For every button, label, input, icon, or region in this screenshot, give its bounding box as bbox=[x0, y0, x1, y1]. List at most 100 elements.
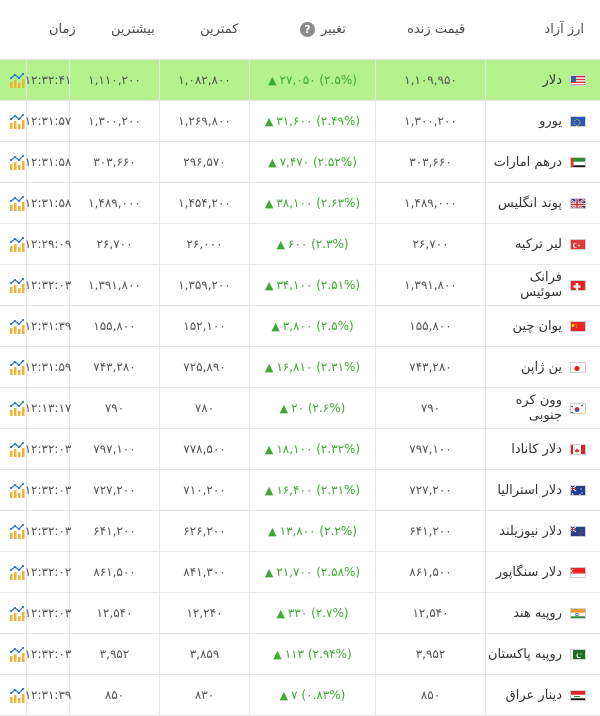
change-value: ۲۰ (۲.۶%) bbox=[291, 401, 346, 415]
change-cell: ۶۰۰ (۲.۳%) ▲ bbox=[249, 224, 375, 264]
currency-cell[interactable]: یوان چین bbox=[485, 306, 600, 346]
change-value: ۶۰۰ (۲.۳%) bbox=[287, 237, 349, 251]
chart-icon[interactable] bbox=[8, 347, 28, 387]
currency-cell[interactable]: دلار استرالیا bbox=[485, 470, 600, 510]
table-row[interactable]: روپیه پاکستان ۳,۹۵۲ ۱۱۳ (۲.۹۴%) ▲ ۳,۸۵۹ ۳,۹۵۲… bbox=[0, 634, 600, 675]
chart-icon[interactable] bbox=[8, 306, 28, 346]
live-price: ۷۹۰ bbox=[375, 388, 485, 428]
currency-name[interactable]: فرانک سوئیس bbox=[486, 270, 562, 300]
live-price: ۸۵۰ bbox=[375, 675, 485, 715]
currency-cell[interactable]: دلار کانادا bbox=[485, 429, 600, 469]
up-arrow-icon: ▲ bbox=[279, 401, 289, 415]
chart-icon[interactable] bbox=[8, 142, 28, 182]
currency-name[interactable]: دینار عراق bbox=[506, 688, 562, 703]
currency-cell[interactable]: روپیه پاکستان bbox=[485, 634, 600, 674]
chart-icon[interactable] bbox=[8, 224, 28, 264]
table-row[interactable]: یورو ۱,۳۰۰,۲۰۰ ۳۱,۶۰۰ (۲.۴۹%) ▲ ۱,۲۶۹,۸۰۰ ۱,۳… bbox=[0, 101, 600, 142]
table-row[interactable]: دلار استرالیا ۷۲۷,۲۰۰ ۱۶,۴۰۰ (۲.۳۱%) ▲ ۷۱۰,۲… bbox=[0, 470, 600, 511]
max-price: ۱۲,۵۴۰ bbox=[69, 593, 159, 633]
table-row[interactable]: پوند انگلیس ۱,۴۸۹,۰۰۰ ۳۸,۱۰۰ (۲.۶۳%) ▲ ۱,۴۵۴… bbox=[0, 183, 600, 224]
table-row[interactable]: لیر ترکیه ۲۶,۷۰۰ ۶۰۰ (۲.۳%) ▲ ۲۶,۰۰۰ ۲۶,۷۰۰ ۱۲… bbox=[0, 224, 600, 265]
currency-cell[interactable]: درهم امارات bbox=[485, 142, 600, 182]
table-row[interactable]: دلار نیوزیلند ۶۴۱,۲۰۰ ۱۳,۸۰۰ (۲.۲%) ▲ ۶۲۶,۲۰… bbox=[0, 511, 600, 552]
currency-cell[interactable]: دلار نیوزیلند bbox=[485, 511, 600, 551]
chart-icon[interactable] bbox=[8, 470, 28, 510]
chart-icon[interactable] bbox=[8, 101, 28, 141]
chart-icon[interactable] bbox=[8, 511, 28, 551]
max-price: ۳۰۳,۶۶۰ bbox=[69, 142, 159, 182]
currency-name[interactable]: روپیه هند bbox=[513, 606, 562, 621]
eu-flag-icon bbox=[570, 115, 586, 127]
currency-cell[interactable]: ین ژاپن bbox=[485, 347, 600, 387]
currency-name[interactable]: دلار استرالیا bbox=[497, 483, 562, 498]
table-row[interactable]: وون کره جنوبی ۷۹۰ ۲۰ (۲.۶%) ▲ ۷۸۰ ۷۹۰ ۱۲:۱۳:۱۷ bbox=[0, 388, 600, 429]
max-price: ۱,۳۹۱,۸۰۰ bbox=[69, 265, 159, 305]
min-price: ۷۸۰ bbox=[159, 388, 249, 428]
min-price: ۱,۰۸۲,۸۰۰ bbox=[159, 60, 249, 100]
min-price: ۱۵۲,۱۰۰ bbox=[159, 306, 249, 346]
chart-icon[interactable] bbox=[8, 388, 28, 428]
change-cell: ۷ (۰.۸۳%) ▲ bbox=[249, 675, 375, 715]
currency-cell[interactable]: دلار bbox=[485, 60, 600, 100]
change-cell: ۲۱,۷۰۰ (۲.۵۸%) ▲ bbox=[249, 552, 375, 592]
live-price: ۷۴۳,۲۸۰ bbox=[375, 347, 485, 387]
table-row[interactable]: دلار ۱,۱۰۹,۹۵۰ ۲۷,۰۵۰ (۲.۵%) ▲ ۱,۰۸۲,۸۰۰ ۱,۱۱… bbox=[0, 60, 600, 101]
time-value: ۱۲:۳۲:۰۳ bbox=[25, 265, 71, 305]
currency-cell[interactable]: فرانک سوئیس bbox=[485, 265, 600, 305]
change-cell: ۱۸,۱۰۰ (۲.۳۲%) ▲ bbox=[249, 429, 375, 469]
help-icon[interactable]: ? bbox=[299, 22, 315, 37]
change-value: ۲۱,۷۰۰ (۲.۵۸%) bbox=[276, 565, 361, 579]
chart-icon[interactable] bbox=[8, 634, 28, 674]
min-price: ۸۴۱,۳۰۰ bbox=[159, 552, 249, 592]
max-price: ۸۵۰ bbox=[69, 675, 159, 715]
currency-name[interactable]: وون کره جنوبی bbox=[486, 393, 562, 423]
currency-name[interactable]: یورو bbox=[539, 114, 562, 129]
time-value: ۱۲:۳۱:۵۸ bbox=[25, 142, 71, 182]
live-price: ۱,۱۰۹,۹۵۰ bbox=[375, 60, 485, 100]
table-row[interactable]: فرانک سوئیس ۱,۳۹۱,۸۰۰ ۳۴,۱۰۰ (۲.۵۱%) ▲ ۱,۳۵۹… bbox=[0, 265, 600, 306]
currency-name[interactable]: دلار نیوزیلند bbox=[499, 524, 562, 539]
currency-name[interactable]: لیر ترکیه bbox=[515, 237, 562, 252]
live-price: ۷۲۷,۲۰۰ bbox=[375, 470, 485, 510]
table-row[interactable]: یوان چین ۱۵۵,۸۰۰ ۳,۸۰۰ (۲.۵%) ▲ ۱۵۲,۱۰۰ ۱۵۵,۸… bbox=[0, 306, 600, 347]
chart-icon[interactable] bbox=[8, 265, 28, 305]
currency-name[interactable]: پوند انگلیس bbox=[498, 196, 562, 211]
time-value: ۱۲:۳۱:۵۹ bbox=[25, 347, 71, 387]
live-price: ۱,۴۸۹,۰۰۰ bbox=[375, 183, 485, 223]
header-change-label: تغییر bbox=[320, 22, 346, 37]
chart-icon[interactable] bbox=[8, 60, 28, 100]
live-price: ۳۰۳,۶۶۰ bbox=[375, 142, 485, 182]
max-price: ۷۹۰ bbox=[69, 388, 159, 428]
table-row[interactable]: درهم امارات ۳۰۳,۶۶۰ ۷,۴۷۰ (۲.۵۲%) ▲ ۲۹۶,۵۷۰ ۳… bbox=[0, 142, 600, 183]
chart-icon[interactable] bbox=[8, 183, 28, 223]
currency-name[interactable]: دلار سنگاپور bbox=[496, 565, 562, 580]
currency-cell[interactable]: دینار عراق bbox=[485, 675, 600, 715]
currency-cell[interactable]: روپیه هند bbox=[485, 593, 600, 633]
table-row[interactable]: ین ژاپن ۷۴۳,۲۸۰ ۱۶,۸۱۰ (۲.۳۱%) ▲ ۷۲۵,۸۹۰ ۷۴۳,… bbox=[0, 347, 600, 388]
table-row[interactable]: دلار کانادا ۷۹۷,۱۰۰ ۱۸,۱۰۰ (۲.۳۲%) ▲ ۷۷۸,۵۰۰… bbox=[0, 429, 600, 470]
table-row[interactable]: دینار عراق ۸۵۰ ۷ (۰.۸۳%) ▲ ۸۳۰ ۸۵۰ ۱۲:۳۱:۳۹ bbox=[0, 675, 600, 716]
currency-cell[interactable]: پوند انگلیس bbox=[485, 183, 600, 223]
min-price: ۳,۸۵۹ bbox=[159, 634, 249, 674]
table-row[interactable]: روپیه هند ۱۲,۵۴۰ ۳۳۰ (۲.۷%) ▲ ۱۲,۲۴۰ ۱۲,۵۴۰ ۱۲… bbox=[0, 593, 600, 634]
currency-name[interactable]: دلار bbox=[543, 73, 562, 88]
change-value: ۳۸,۱۰۰ (۲.۶۳%) bbox=[276, 196, 361, 210]
chart-icon[interactable] bbox=[8, 552, 28, 592]
chart-icon[interactable] bbox=[8, 429, 28, 469]
chart-icon[interactable] bbox=[8, 675, 28, 715]
up-arrow-icon: ▲ bbox=[264, 196, 274, 210]
currency-name[interactable]: یوان چین bbox=[513, 319, 562, 334]
currency-name[interactable]: روپیه پاکستان bbox=[488, 647, 562, 662]
currency-cell[interactable]: یورو bbox=[485, 101, 600, 141]
currency-cell[interactable]: لیر ترکیه bbox=[485, 224, 600, 264]
currency-cell[interactable]: دلار سنگاپور bbox=[485, 552, 600, 592]
chart-icon[interactable] bbox=[8, 593, 28, 633]
currency-name[interactable]: درهم امارات bbox=[494, 155, 562, 170]
up-arrow-icon: ▲ bbox=[276, 237, 285, 251]
min-price: ۲۶,۰۰۰ bbox=[159, 224, 249, 264]
in-flag-icon bbox=[570, 607, 586, 619]
currency-name[interactable]: ین ژاپن bbox=[521, 360, 562, 375]
table-row[interactable]: دلار سنگاپور ۸۶۱,۵۰۰ ۲۱,۷۰۰ (۲.۵۸%) ▲ ۸۴۱,۳۰… bbox=[0, 552, 600, 593]
currency-cell[interactable]: وون کره جنوبی bbox=[485, 388, 600, 428]
currency-name[interactable]: دلار کانادا bbox=[511, 442, 562, 457]
